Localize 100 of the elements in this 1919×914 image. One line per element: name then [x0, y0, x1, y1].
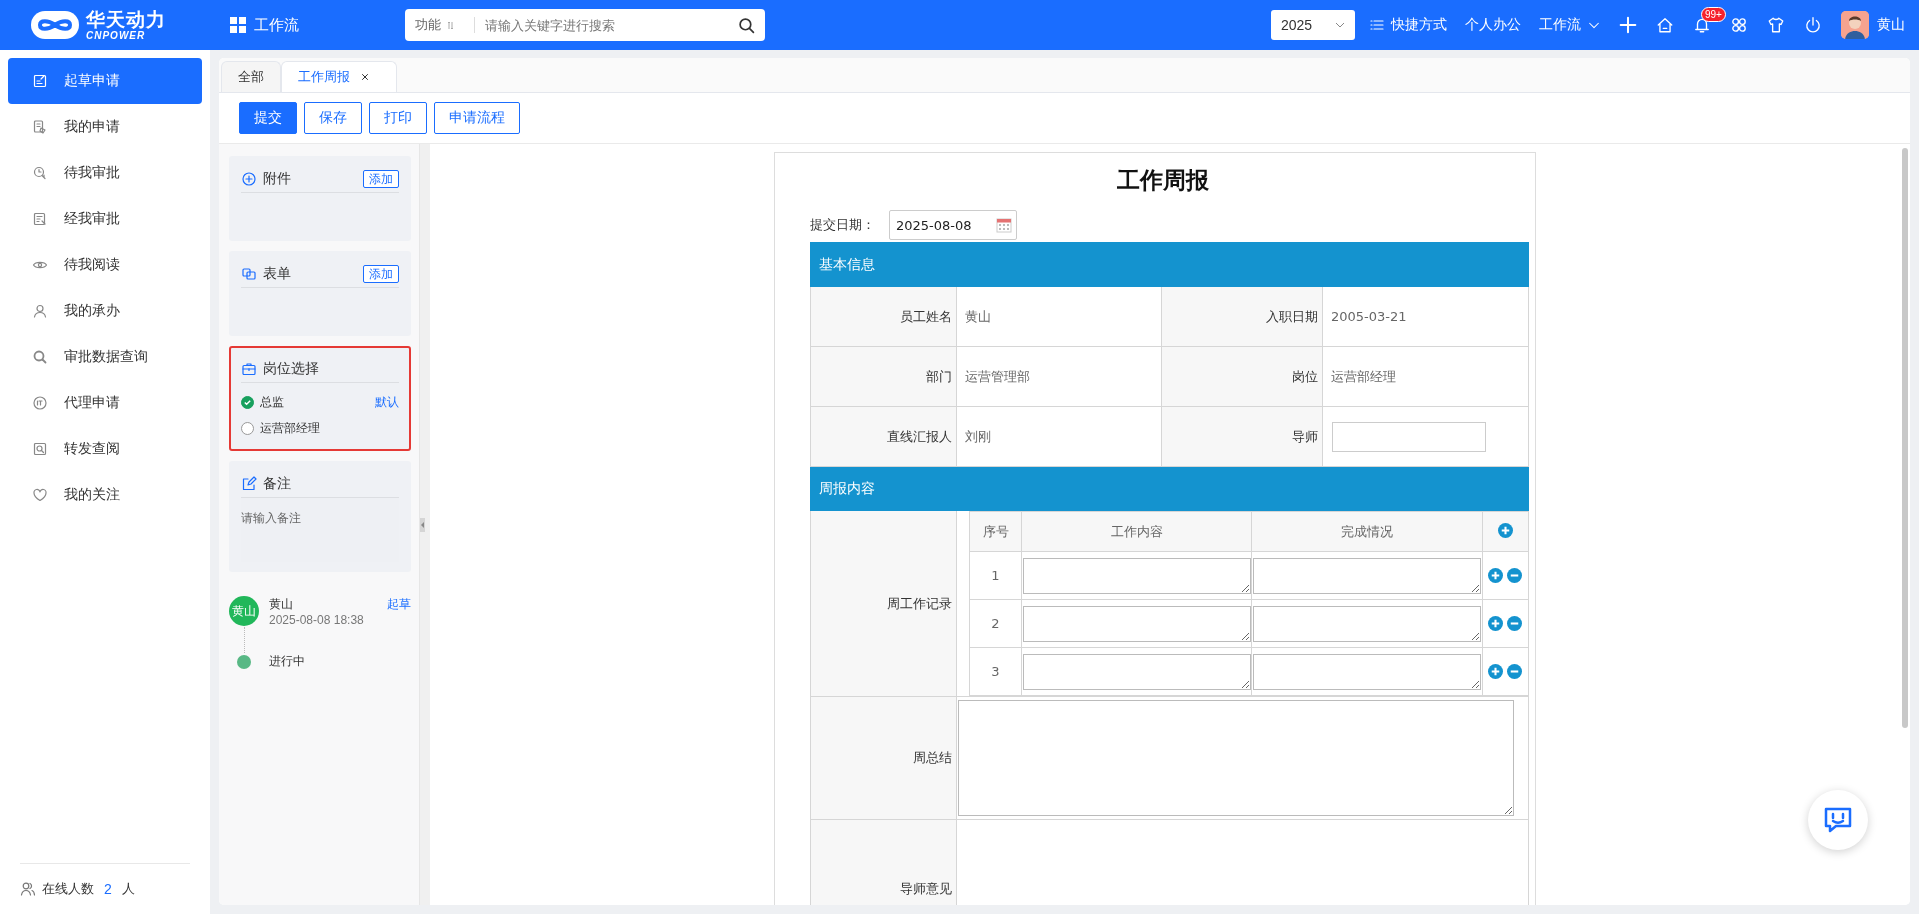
row-number: 3 — [969, 647, 1022, 696]
scrollbar[interactable] — [1902, 148, 1908, 728]
field-label: 导师 — [1161, 406, 1323, 467]
sidebar-item[interactable]: 待我阅读 — [8, 242, 202, 288]
panel-title: 表单 — [263, 265, 292, 283]
work-content-field[interactable] — [1023, 557, 1251, 594]
radio-button[interactable] — [241, 395, 254, 409]
home-icon — [1656, 16, 1674, 34]
option-label: 总监 — [260, 393, 285, 411]
add-row-icon[interactable] — [1488, 616, 1503, 631]
person-name: 黄山 — [269, 596, 294, 613]
plus-icon — [1619, 16, 1637, 34]
panel-title: 附件 — [263, 170, 292, 188]
completion-field[interactable] — [1253, 605, 1482, 642]
nav-link[interactable]: 工作流 — [1539, 16, 1581, 34]
status-label: 进行中 — [269, 653, 305, 670]
search-field[interactable]: 功能 请输入关键字进行搜索 — [405, 9, 765, 41]
add-circle-icon — [241, 171, 257, 187]
online-count: 2 — [104, 881, 112, 897]
logo-subtitle: CNPOWER — [86, 30, 147, 41]
sidebar-item[interactable]: 经我审批 — [8, 196, 202, 242]
column-header: 序号 — [969, 511, 1022, 552]
nav-link[interactable]: 快捷方式 — [1391, 16, 1447, 34]
search-icon — [32, 349, 48, 365]
user-icon — [32, 303, 48, 319]
remove-row-icon[interactable] — [1507, 568, 1522, 583]
field-label: 周总结 — [810, 696, 957, 820]
sidebar-item[interactable]: 待我审批 — [8, 150, 202, 196]
document-icon — [32, 119, 48, 135]
step-label: 起草 — [387, 596, 411, 613]
power-icon — [1804, 16, 1822, 34]
field-label: 部门 — [810, 346, 957, 407]
field-value: 运营管理部 — [956, 346, 1162, 407]
field-label: 导师意见 — [810, 819, 957, 905]
column-header: 工作内容 — [1021, 511, 1252, 552]
default-link[interactable]: 默认 — [375, 393, 399, 411]
chat-icon — [1823, 806, 1853, 834]
panel-title: 岗位选择 — [263, 360, 320, 378]
sidebar-item[interactable]: 代理申请 — [8, 380, 202, 426]
sidebar-item[interactable]: 转发查阅 — [8, 426, 202, 472]
online-unit: 人 — [121, 880, 135, 898]
column-header: 完成情况 — [1251, 511, 1482, 552]
sidebar-item[interactable]: 我的关注 — [8, 472, 202, 518]
field-value: 黄山 — [956, 286, 1162, 347]
status-dot — [237, 654, 251, 669]
module-title[interactable]: 工作流 — [254, 15, 299, 35]
remove-row-icon[interactable] — [1507, 616, 1522, 631]
option-label: 运营部经理 — [260, 419, 321, 437]
radio-button[interactable] — [241, 421, 254, 435]
search-document-icon — [32, 441, 48, 457]
briefcase-icon — [241, 361, 257, 377]
field-label: 员工姓名 — [810, 286, 957, 347]
add-row-icon[interactable] — [1497, 522, 1513, 538]
work-content-field[interactable] — [1023, 653, 1251, 690]
list-icon — [1369, 17, 1385, 33]
sidebar-item[interactable]: 审批数据查询 — [8, 334, 202, 380]
date-field[interactable]: 2025-08-08 — [889, 210, 1017, 240]
row-number: 1 — [969, 551, 1022, 600]
row-number: 2 — [969, 599, 1022, 648]
completion-field[interactable] — [1253, 557, 1482, 594]
summary-field[interactable] — [958, 700, 1514, 816]
toolbar-button[interactable]: 保存 — [304, 102, 362, 134]
bell-icon — [1693, 16, 1711, 34]
field-label: 直线汇报人 — [810, 406, 957, 467]
completion-field[interactable] — [1253, 653, 1482, 690]
shirt-icon — [1767, 16, 1785, 34]
search-scope[interactable]: 功能 — [415, 16, 441, 34]
work-content-field[interactable] — [1023, 605, 1251, 642]
online-label: 在线人数 — [42, 880, 94, 898]
grid-icon — [230, 17, 246, 33]
nav-link[interactable]: 个人办公 — [1465, 16, 1521, 34]
logo-text: 华天动力 — [86, 9, 166, 29]
user-name[interactable]: 黄山 — [1877, 16, 1905, 34]
toolbar-button[interactable]: 打印 — [369, 102, 427, 134]
add-row-icon[interactable] — [1488, 664, 1503, 679]
seal-icon — [32, 395, 48, 411]
sidebar-item[interactable]: 我的申请 — [8, 104, 202, 150]
mentor-field[interactable] — [1332, 421, 1486, 452]
add-button[interactable]: 添加 — [363, 265, 399, 283]
sidebar-item[interactable]: 起草申请 — [8, 58, 202, 104]
user-avatar: 黄山 — [229, 596, 259, 626]
list-icon — [32, 211, 48, 227]
copy-icon — [241, 266, 257, 282]
tab[interactable]: 工作周报 — [281, 61, 397, 92]
toolbar-button[interactable]: 申请流程 — [434, 102, 520, 134]
add-button[interactable]: 添加 — [363, 170, 399, 188]
tab[interactable]: 全部 — [221, 61, 281, 92]
field-value: 2005-03-21 — [1322, 286, 1529, 347]
edit-icon — [241, 476, 257, 492]
year-select[interactable]: 2025 — [1271, 10, 1355, 40]
panel-title: 备注 — [263, 475, 292, 493]
avatar[interactable] — [1841, 11, 1869, 39]
remove-row-icon[interactable] — [1507, 664, 1522, 679]
collapse-handle[interactable] — [420, 517, 425, 532]
sort-icon — [447, 20, 454, 30]
add-row-icon[interactable] — [1488, 568, 1503, 583]
notification-badge: 99+ — [1701, 7, 1726, 22]
toolbar-button[interactable]: 提交 — [239, 102, 297, 134]
sidebar-item[interactable]: 我的承办 — [8, 288, 202, 334]
field-label: 周工作记录 — [810, 510, 957, 697]
